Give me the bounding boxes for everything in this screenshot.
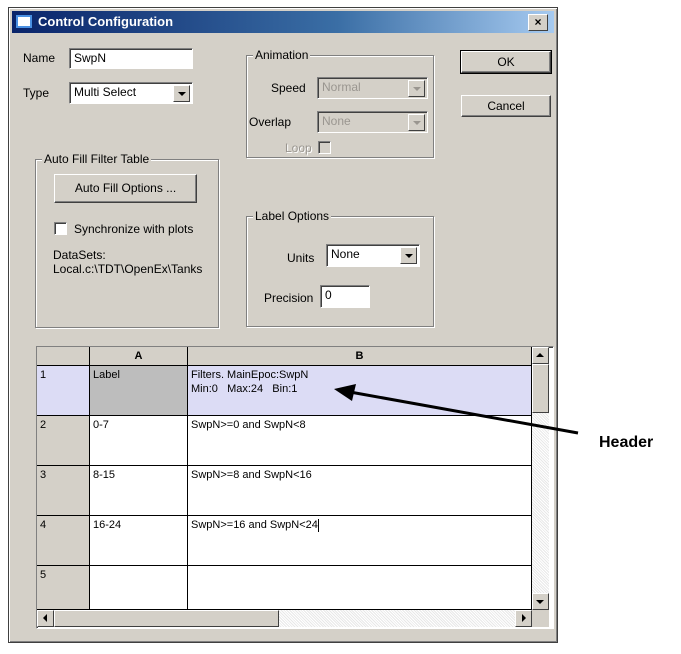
annotation-arrowhead xyxy=(334,384,356,401)
annotation-arrow xyxy=(334,384,579,435)
annotation-arrow-line xyxy=(349,390,579,435)
header-annotation-label: Header xyxy=(599,434,654,451)
